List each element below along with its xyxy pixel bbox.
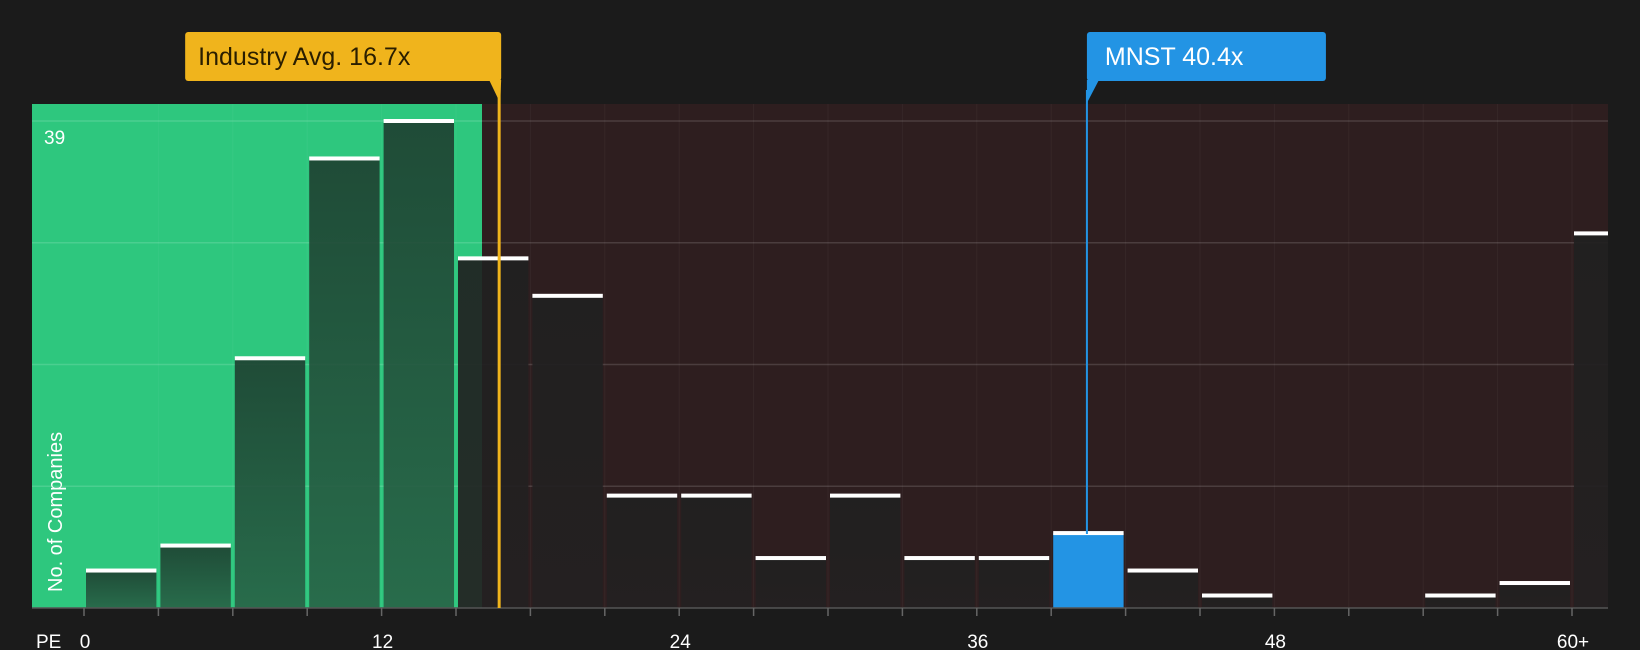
bar-cap-33 (904, 556, 975, 561)
bar-27 (755, 558, 826, 608)
bar-21 (606, 495, 678, 608)
x-tick-label-0: 0 (80, 632, 91, 650)
bar-cap-21 (606, 493, 678, 498)
industry-average-label: Industry Avg. 16.7x (198, 43, 411, 71)
bar-15 (458, 258, 529, 608)
bar-3 (160, 545, 231, 608)
bar-39 (1053, 533, 1124, 608)
bar-6 (234, 358, 306, 608)
bar-cap-18 (532, 293, 603, 298)
bar-12 (383, 121, 454, 608)
bar-57 (1499, 583, 1570, 608)
x-tick-label-12: 12 (372, 632, 393, 650)
bar-cap-57 (1499, 581, 1570, 586)
bar-cap-42 (1127, 568, 1198, 573)
bar-cap-60 (1574, 231, 1608, 236)
bar-18 (532, 295, 603, 608)
pe-distribution-chart: 0 12 24 36 48 60+ 39 No. of Companies PE Indu… (0, 0, 1640, 650)
bar-30 (830, 495, 901, 608)
x-tick-label-24: 24 (670, 632, 692, 650)
bar-cap-9 (309, 156, 380, 161)
bar-cap-24 (681, 493, 752, 498)
x-tick-label-36: 36 (967, 632, 988, 650)
bar-60 (1574, 233, 1608, 608)
bar-cap-45 (1202, 593, 1273, 598)
bar-0 (86, 570, 157, 608)
bar-36 (978, 558, 1050, 608)
bar-cap-39 (1053, 531, 1124, 536)
bar-33 (904, 558, 975, 608)
bar-cap-27 (755, 556, 826, 561)
company-pe-label: MNST 40.4x (1105, 43, 1244, 71)
y-axis-title: No. of Companies (45, 432, 67, 592)
bar-cap-54 (1425, 593, 1496, 598)
x-tick-label-48: 48 (1265, 632, 1286, 650)
bar-cap-30 (830, 493, 901, 498)
bar-cap-12 (383, 119, 454, 123)
bar-cap-6 (234, 356, 306, 361)
bar-cap-36 (978, 556, 1050, 561)
y-axis-max-label: 39 (44, 128, 65, 149)
bar-cap-15 (458, 256, 529, 261)
bar-42 (1127, 570, 1198, 608)
bar-24 (681, 495, 752, 608)
x-tick-label-60+: 60+ (1557, 632, 1589, 650)
bar-cap-0 (86, 568, 157, 573)
bar-9 (309, 158, 380, 608)
x-axis-title: PE (36, 632, 61, 650)
bar-cap-3 (160, 543, 231, 548)
